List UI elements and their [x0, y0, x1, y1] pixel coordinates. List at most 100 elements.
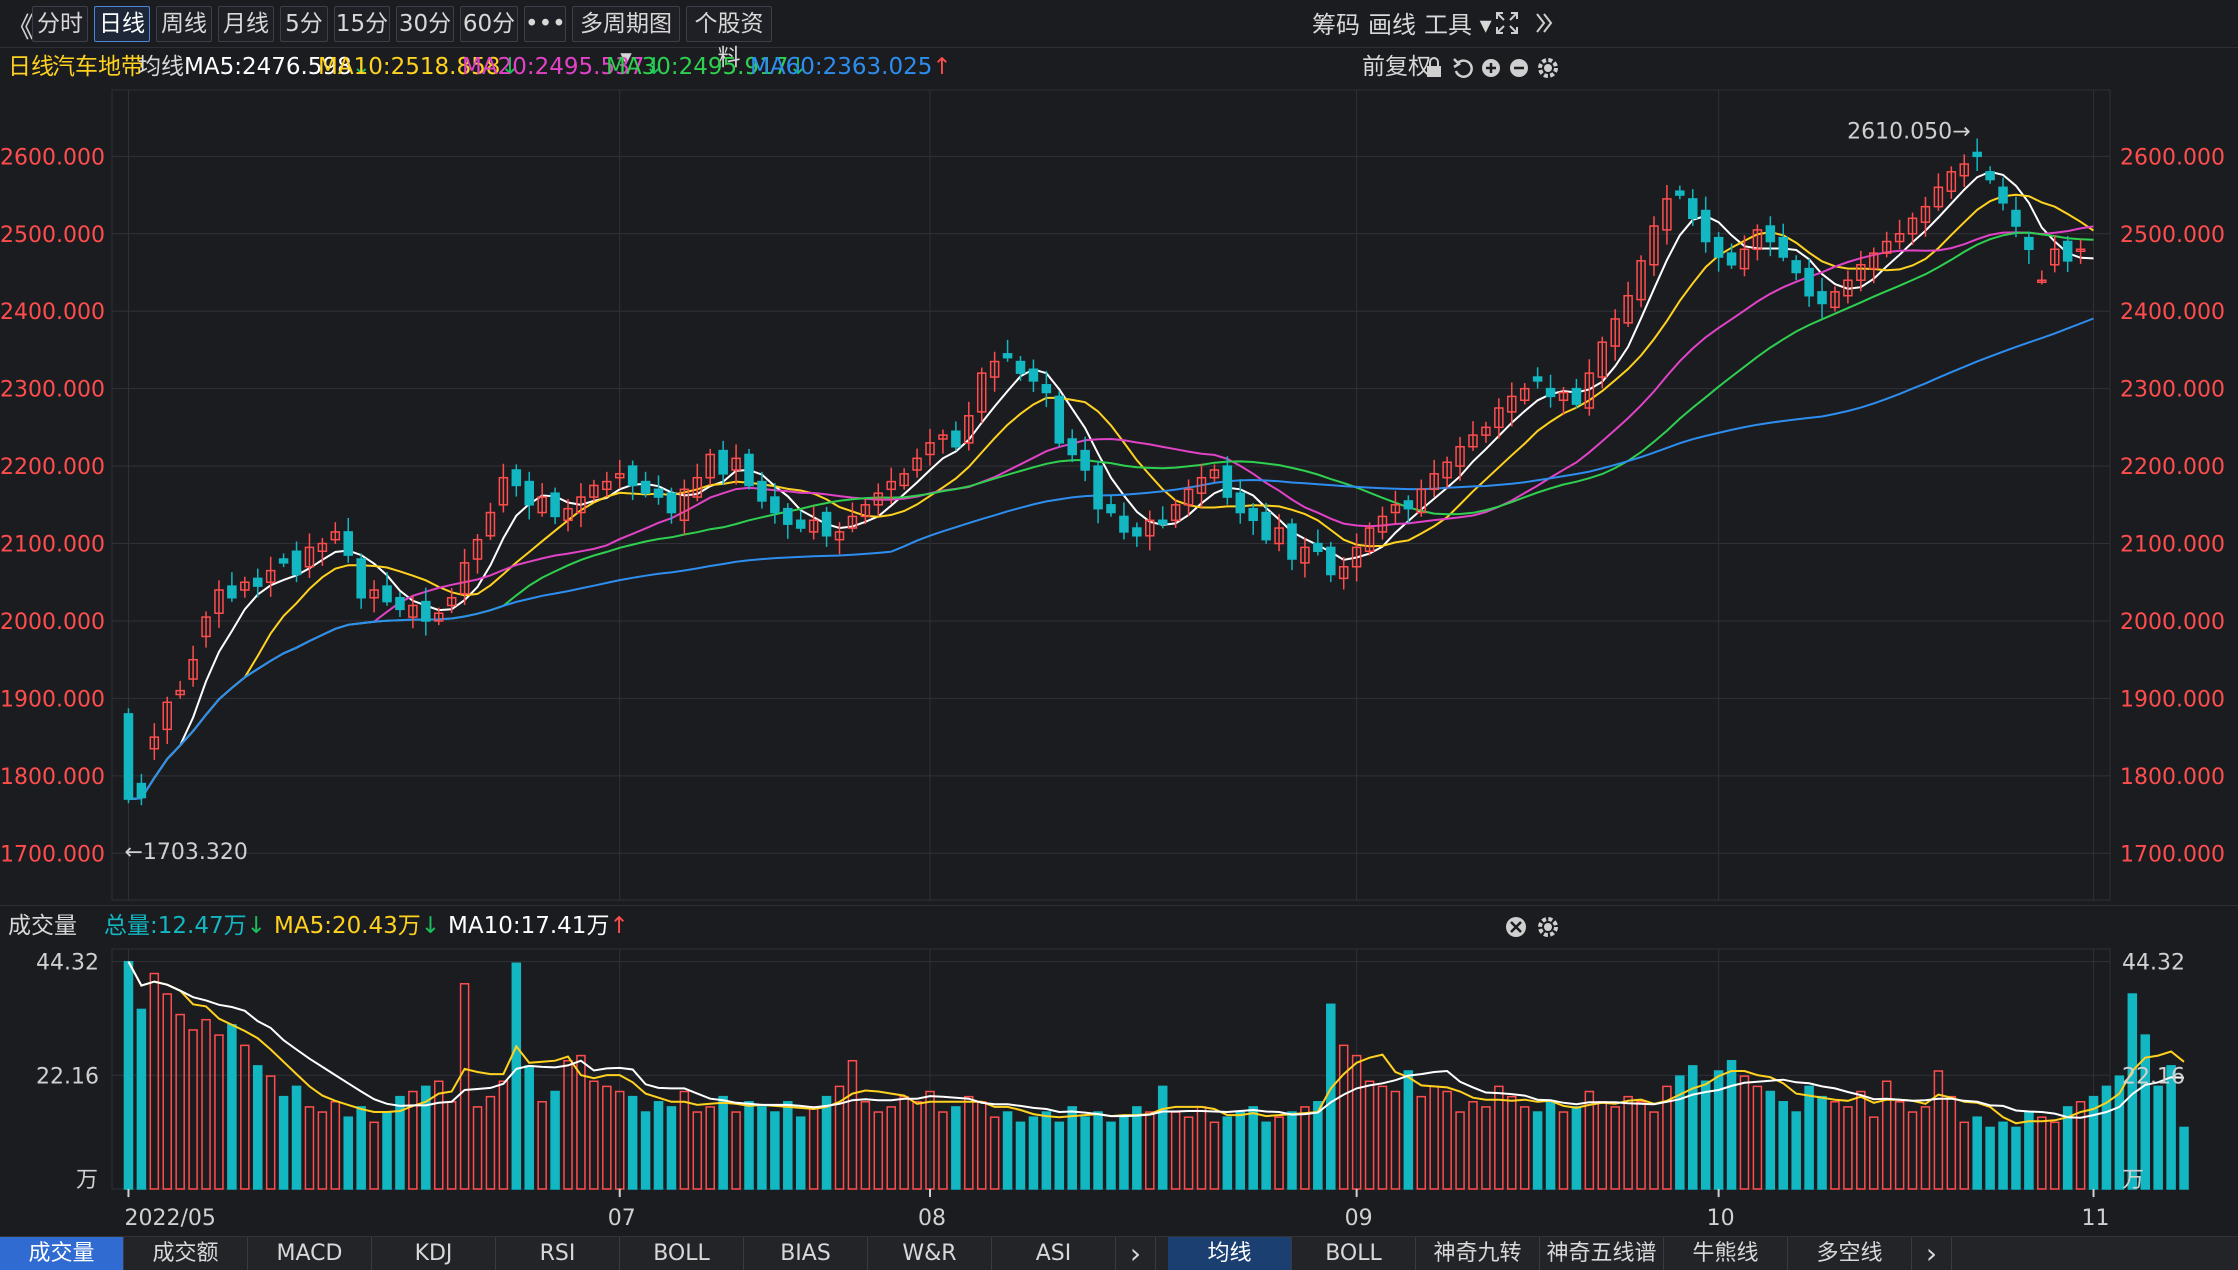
chips-button[interactable]: 筹码: [1312, 8, 1360, 42]
ma-label[interactable]: 均线: [138, 50, 184, 84]
tab-more-icon[interactable]: ›: [1912, 1237, 1952, 1270]
price-tick-right: 2100.000: [2120, 533, 2225, 558]
zoom-in-icon[interactable]: [1480, 56, 1502, 80]
ma60-line: [128, 317, 2094, 801]
tab-boll-overlay[interactable]: BOLL: [1292, 1237, 1416, 1270]
volume-bar-up: [1649, 1111, 1659, 1190]
volume-bar-up: [304, 1106, 315, 1190]
volume-bar-up: [1946, 1095, 1957, 1190]
period-15min-button[interactable]: 15分: [334, 6, 390, 42]
candle-down: [123, 713, 134, 800]
volume-bar-down: [1054, 1121, 1065, 1190]
volume-bar-up: [459, 983, 470, 1190]
candle-down: [1287, 523, 1297, 560]
period-daily-button[interactable]: 日线: [94, 6, 150, 42]
tools-dropdown[interactable]: 工具 ▾: [1424, 8, 1492, 42]
tab-bull-bear[interactable]: 牛熊线: [1664, 1237, 1788, 1270]
close-icon[interactable]: [1504, 915, 1528, 939]
candle-down: [1313, 542, 1323, 553]
volume-bar-up: [240, 1044, 250, 1190]
candle-down: [291, 550, 302, 576]
lock-icon[interactable]: [1424, 56, 1444, 80]
nav-back-icon[interactable]: 《: [6, 6, 34, 46]
zoom-out-icon[interactable]: [1508, 56, 1530, 80]
candle-down: [356, 558, 366, 599]
stock-info-button[interactable]: 个股资料: [686, 6, 772, 71]
volume-ma10: MA10:17.41万↑: [448, 913, 629, 939]
tab-kdj[interactable]: KDJ: [372, 1237, 496, 1270]
high-annotation: 2610.050→: [1847, 119, 1970, 144]
volume-bar-down: [1261, 1121, 1271, 1190]
more-periods-button[interactable]: •••: [524, 6, 566, 42]
period-30min-button[interactable]: 30分: [396, 6, 454, 42]
tab-long-short[interactable]: 多空线: [1788, 1237, 1912, 1270]
period-5min-button[interactable]: 5分: [280, 6, 328, 42]
volume-bar-down: [550, 1090, 560, 1190]
volume-bar-up: [1739, 1075, 1750, 1190]
volume-bar-down: [1235, 1111, 1246, 1190]
date-label: 11: [2082, 1206, 2110, 1231]
candle-down: [1700, 209, 1711, 243]
chevron-right-double-icon[interactable]: [1534, 10, 1554, 36]
period-monthly-button[interactable]: 月线: [218, 6, 274, 42]
volume-ma5: MA5:20.43万↓: [274, 913, 441, 939]
volume-chart[interactable]: 44.32 44.32 22.16 22.16 万 万 2022/05 07 08 09 10 11…: [0, 947, 2238, 1236]
candle-down: [511, 469, 522, 487]
tab-volume[interactable]: 成交量: [0, 1237, 124, 1270]
candle-down: [1571, 387, 1582, 405]
candle-down: [278, 558, 289, 564]
candle-down: [1093, 465, 1103, 510]
candle-down: [653, 488, 664, 498]
volume-bar-up: [860, 1101, 871, 1190]
volume-bar-down: [1157, 1085, 1168, 1190]
tab-wr[interactable]: W&R: [868, 1237, 992, 1270]
period-weekly-button[interactable]: 周线: [156, 6, 212, 42]
tab-more-icon[interactable]: ›: [1116, 1237, 1156, 1270]
expand-icon[interactable]: [1494, 10, 1520, 36]
candle-down: [1248, 507, 1258, 522]
volume-bar-up: [1183, 1116, 1194, 1190]
tab-rsi[interactable]: RSI: [496, 1237, 620, 1270]
settings-gear-icon[interactable]: [1536, 915, 1560, 939]
tab-asi[interactable]: ASI: [992, 1237, 1116, 1270]
tab-five-line[interactable]: 神奇五线谱: [1540, 1237, 1664, 1270]
tab-macd[interactable]: MACD: [248, 1237, 372, 1270]
adjust-mode-dropdown[interactable]: 前复权: [1362, 50, 1431, 84]
volume-bar-down: [1287, 1111, 1297, 1190]
price-tick-left: 2600.000: [0, 145, 105, 170]
volume-bar-up: [1390, 1090, 1401, 1190]
candlestick-chart[interactable]: 2600.000 2600.000 2500.000 2500.000 2400.000…: [0, 86, 2238, 904]
period-intraday-button[interactable]: 分时: [32, 6, 88, 42]
volume-bar-down: [524, 1065, 534, 1190]
volume-bar-down: [783, 1101, 793, 1190]
settings-gear-icon[interactable]: [1536, 56, 1560, 80]
volume-bar-down: [744, 1101, 754, 1190]
tab-bias[interactable]: BIAS: [744, 1237, 868, 1270]
volume-bar-up: [2037, 1116, 2047, 1190]
draw-line-button[interactable]: 画线: [1368, 8, 1416, 42]
volume-bar-down: [1688, 1065, 1698, 1190]
candle-down: [2011, 209, 2021, 227]
candle-down: [1222, 465, 1233, 498]
volume-bar-down: [356, 1106, 366, 1190]
volume-bar-down: [1132, 1106, 1142, 1190]
volume-bar-up: [1170, 1111, 1181, 1190]
price-tick-left: 2300.000: [0, 378, 105, 403]
candle-down: [1054, 395, 1065, 444]
volume-bar-down: [227, 1024, 237, 1190]
undo-icon[interactable]: [1452, 56, 1474, 80]
date-axis: 2022/05070809101112: [124, 1189, 2110, 1231]
tab-turnover[interactable]: 成交额: [124, 1237, 248, 1270]
tab-boll[interactable]: BOLL: [620, 1237, 744, 1270]
period-60min-button[interactable]: 60分: [460, 6, 518, 42]
multi-period-dropdown[interactable]: 多周期图 ▾: [572, 6, 680, 71]
volume-bar-up: [175, 1013, 185, 1190]
tab-ma-overlay[interactable]: 均线: [1168, 1237, 1292, 1270]
volume-bar-up: [1519, 1106, 1530, 1190]
candle-down: [1015, 360, 1026, 374]
volume-bar-up: [1933, 1070, 1944, 1190]
tab-td-nine[interactable]: 神奇九转: [1416, 1237, 1540, 1270]
volume-bar-down: [1545, 1101, 1556, 1190]
volume-bar-up: [873, 1111, 884, 1190]
volume-bar-up: [1752, 1085, 1763, 1190]
